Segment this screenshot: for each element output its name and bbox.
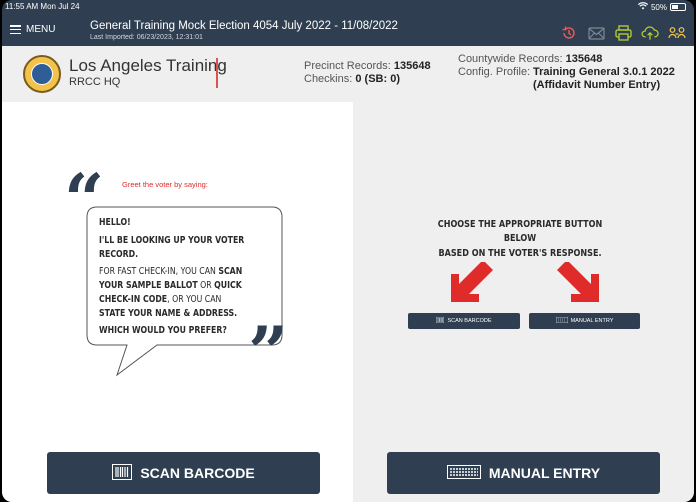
barcode-icon [436,316,445,325]
mini-manual-entry-button[interactable]: MANUAL ENTRY [529,313,640,329]
scan-barcode-button[interactable]: SCAN BARCODE [47,452,320,494]
choose-instruction: Choose the appropriate button below base… [437,219,603,259]
app-window: 11:55 AM Mon Jul 24 50% MENU General Tra… [2,0,694,502]
greeting-line4: Which would you prefer? [99,325,227,337]
greeting-script: Hello! I'll be looking up your voter rec… [99,216,247,342]
scan-barcode-label: SCAN BARCODE [140,465,255,481]
arrow-down-right-icon [557,262,599,302]
greeting-line2: I'll be looking up your voter record. [99,234,245,260]
greeting-hello: Hello! [99,217,131,228]
close-quote-icon: ” [248,311,289,394]
right-pane [353,102,694,502]
mini-scan-barcode-button[interactable]: SCAN BARCODE [408,313,520,329]
greet-instruction: Greet the voter by saying: [122,180,208,189]
keyboard-icon [446,464,481,482]
manual-entry-button[interactable]: MANUAL ENTRY [387,452,660,494]
greeting-line3: For fast check-in, you can scan your sam… [99,266,243,319]
arrow-down-left-icon [451,262,493,302]
manual-entry-label: MANUAL ENTRY [488,465,601,481]
keyboard-icon [555,316,568,325]
barcode-icon [112,463,133,483]
